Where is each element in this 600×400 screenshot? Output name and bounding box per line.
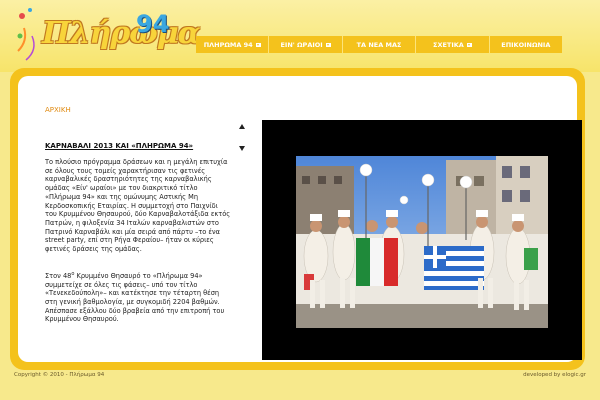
article-paragraph: Στον 48ο Κρυμμένο Θησαυρό το «Πλήρωμα 94…	[45, 270, 225, 324]
article-paragraph: Το πλούσιο πρόγραμμα δράσεων και η μεγάλ…	[45, 158, 231, 254]
scroll-down-icon[interactable]	[239, 146, 245, 151]
breadcrumb[interactable]: ΑΡΧΙΚΗ	[45, 106, 71, 114]
content-panel: ΑΡΧΙΚΗ ΚΑΡΝΑΒΑΛΙ 2013 ΚΑΙ «ΠΛΗΡΩΜΑ 94» Τ…	[10, 68, 585, 370]
nav-item-related[interactable]: ΣΧΕΤΙΚΑ	[416, 36, 490, 53]
site-logo[interactable]: Πλήρωμα 94	[16, 6, 201, 66]
scroll-up-icon[interactable]	[239, 124, 245, 129]
logo-number: 94	[136, 10, 170, 38]
carnival-parade-image	[296, 156, 548, 328]
photo-slideshow[interactable]	[262, 120, 582, 360]
nav-item-label: ΕΠΙΚΟΙΝΩΝΙΑ	[501, 40, 551, 49]
article-body: Το πλούσιο πρόγραμμα δράσεων και η μεγάλ…	[45, 158, 231, 336]
nav-item-pleroma94[interactable]: ΠΛΗΡΩΜΑ 94	[196, 36, 270, 53]
nav-item-label: ΤΑ ΝΕΑ ΜΑΣ	[356, 40, 402, 49]
nav-item-label: ΕΙΝ' ΩΡΑΙΟΙ	[280, 40, 323, 49]
article-title[interactable]: ΚΑΡΝΑΒΑΛΙ 2013 ΚΑΙ «ΠΛΗΡΩΜΑ 94»	[45, 142, 193, 150]
logo-text: Πλήρωμα	[42, 16, 201, 51]
chevron-down-icon	[255, 42, 261, 47]
footer-copyright: Copyright © 2010 - Πλήρωμα 94	[14, 372, 105, 378]
content-area: ΑΡΧΙΚΗ ΚΑΡΝΑΒΑΛΙ 2013 ΚΑΙ «ΠΛΗΡΩΜΑ 94» Τ…	[18, 76, 582, 362]
chevron-down-icon	[325, 42, 331, 47]
main-nav: ΠΛΗΡΩΜΑ 94 ΕΙΝ' ΩΡΑΙΟΙ ΤΑ ΝΕΑ ΜΑΣ ΣΧΕΤΙΚ…	[196, 36, 562, 53]
nav-item-ein-oraioi[interactable]: ΕΙΝ' ΩΡΑΙΟΙ	[269, 36, 343, 53]
nav-item-news[interactable]: ΤΑ ΝΕΑ ΜΑΣ	[343, 36, 417, 53]
nav-item-label: ΠΛΗΡΩΜΑ 94	[203, 40, 253, 49]
nav-item-contact[interactable]: ΕΠΙΚΟΙΝΩΝΙΑ	[490, 36, 562, 53]
nav-item-label: ΣΧΕΤΙΚΑ	[433, 40, 464, 49]
chevron-down-icon	[466, 42, 472, 47]
footer-credit[interactable]: developed by elogic.gr	[523, 372, 586, 378]
carnival-photo	[296, 156, 548, 328]
